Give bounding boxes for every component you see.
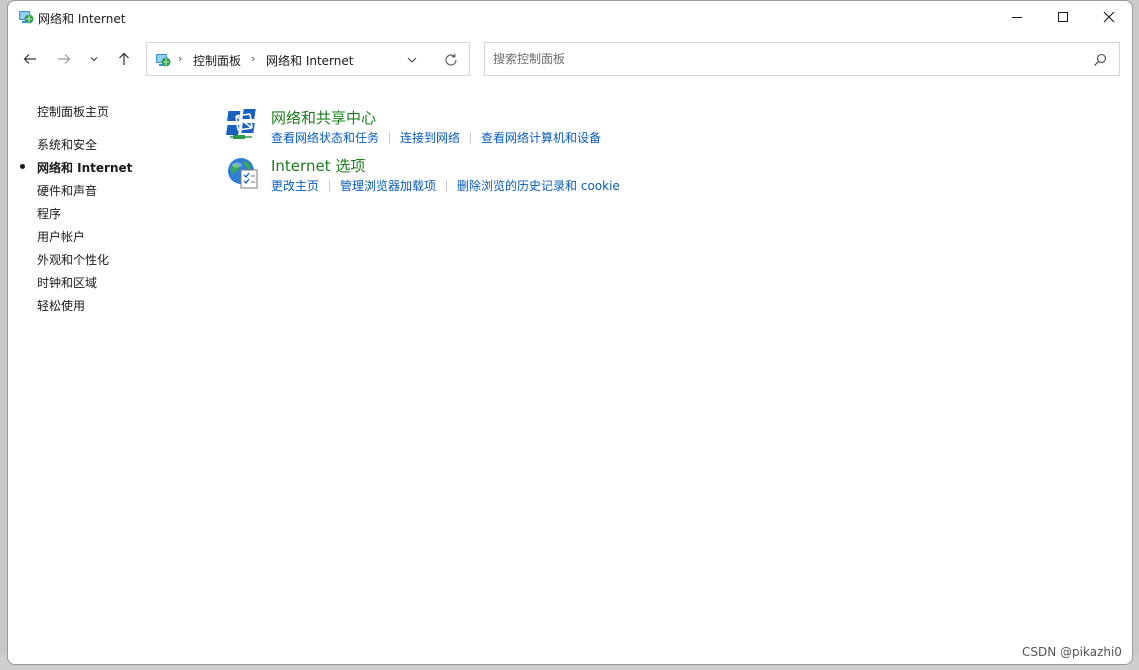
control-panel-window: 网络和 Internet › 控制面板 › 网络和 Internet 搜索控制面…	[7, 0, 1133, 665]
link-divider	[470, 131, 472, 144]
close-button[interactable]	[1086, 1, 1132, 33]
active-bullet-icon	[20, 164, 25, 169]
minimize-button[interactable]	[994, 1, 1040, 33]
sidebar-item-hardware-sound[interactable]: 硬件和声音	[37, 182, 97, 199]
category-title-internet-options[interactable]: Internet 选项	[271, 155, 365, 176]
up-button[interactable]	[112, 47, 136, 71]
forward-button[interactable]	[52, 47, 76, 71]
maximize-icon	[1058, 12, 1068, 22]
link-manage-add-ons[interactable]: 管理浏览器加载项	[340, 177, 436, 194]
sidebar-item-control-panel-home[interactable]: 控制面板主页	[37, 103, 109, 120]
watermark: CSDN @pikazhi0	[1022, 645, 1122, 659]
recent-locations-button[interactable]	[84, 47, 104, 71]
breadcrumb-control-panel[interactable]: 控制面板	[193, 52, 241, 69]
sidebar-item-clock-region[interactable]: 时钟和区域	[37, 274, 97, 291]
link-divider	[329, 179, 331, 192]
sidebar-item-user-accounts[interactable]: 用户帐户	[37, 228, 85, 245]
sidebar-item-appearance[interactable]: 外观和个性化	[37, 251, 109, 268]
address-bar[interactable]: › 控制面板 › 网络和 Internet	[146, 42, 470, 76]
maximize-button[interactable]	[1040, 1, 1086, 33]
link-view-network-status[interactable]: 查看网络状态和任务	[271, 129, 379, 146]
sidebar-item-network-internet[interactable]: 网络和 Internet	[37, 159, 132, 176]
link-connect-to-network[interactable]: 连接到网络	[400, 129, 460, 146]
internet-options-icon[interactable]	[226, 156, 260, 190]
sidebar-item-system-security[interactable]: 系统和安全	[37, 136, 97, 153]
title-bar[interactable]: 网络和 Internet	[8, 1, 1132, 33]
link-divider	[389, 131, 391, 144]
back-button[interactable]	[18, 47, 42, 71]
minimize-icon	[1012, 17, 1022, 18]
arrow-up-icon	[119, 52, 129, 65]
link-change-homepage[interactable]: 更改主页	[271, 177, 319, 194]
search-icon[interactable]	[1092, 52, 1108, 68]
arrow-right-icon	[58, 54, 71, 64]
close-icon	[1103, 11, 1115, 23]
refresh-icon[interactable]	[443, 52, 459, 68]
search-box[interactable]	[484, 42, 1120, 76]
sidebar-item-programs[interactable]: 程序	[37, 205, 61, 222]
breadcrumb-separator-icon[interactable]: ›	[178, 52, 182, 65]
breadcrumb-network-internet[interactable]: 网络和 Internet	[266, 52, 353, 69]
network-internet-icon	[19, 11, 34, 24]
breadcrumb-separator-icon[interactable]: ›	[251, 52, 255, 65]
window-title: 网络和 Internet	[38, 12, 126, 26]
chevron-down-icon	[90, 57, 98, 62]
arrow-left-icon	[23, 54, 36, 64]
category-title-network-sharing-center[interactable]: 网络和共享中心	[271, 107, 376, 128]
address-history-chevron-icon[interactable]	[405, 53, 419, 67]
category-links-internet-options: 更改主页 管理浏览器加载项 删除浏览的历史记录和 cookie	[271, 177, 620, 194]
network-internet-icon	[156, 54, 171, 67]
category-links-network-sharing-center: 查看网络状态和任务 连接到网络 查看网络计算机和设备	[271, 129, 601, 146]
sidebar-item-ease-of-access[interactable]: 轻松使用	[37, 297, 85, 314]
link-delete-browsing-history[interactable]: 删除浏览的历史记录和 cookie	[457, 177, 620, 194]
link-divider	[446, 179, 448, 192]
network-sharing-center-icon[interactable]	[226, 107, 260, 141]
link-view-network-computers[interactable]: 查看网络计算机和设备	[481, 129, 601, 146]
search-input[interactable]	[493, 51, 1053, 67]
